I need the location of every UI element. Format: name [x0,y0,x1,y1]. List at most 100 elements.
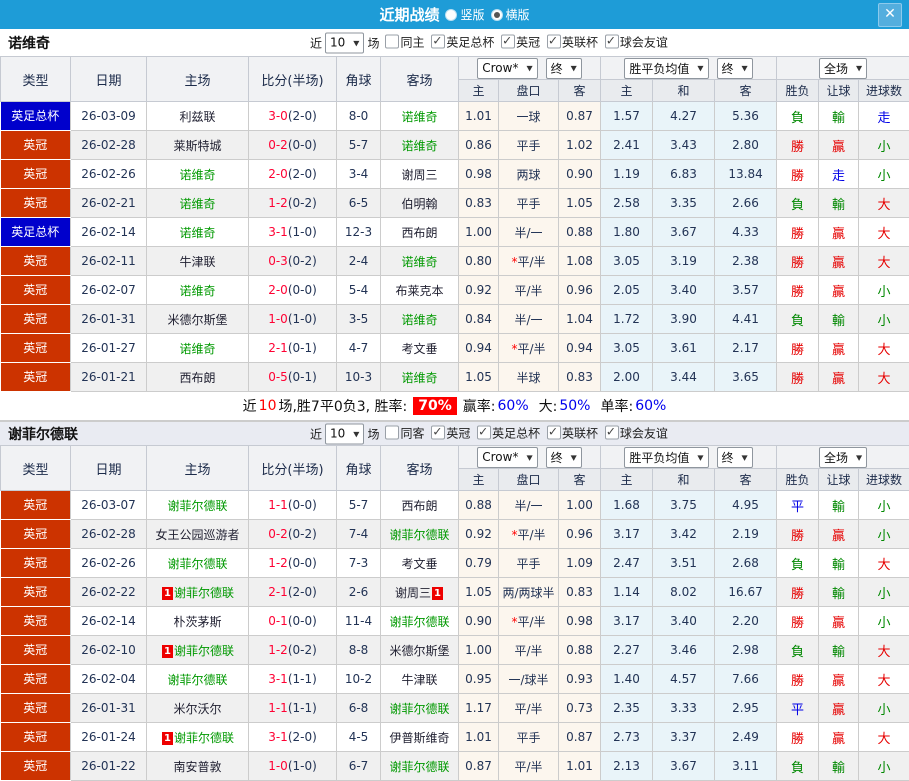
home-team-name: 谢菲尔德联 [167,557,227,571]
bookmaker-select[interactable]: Crow*▼ [477,58,537,79]
wdl-result-cell: 勝 [777,520,819,549]
handicap-cell: 平手 [499,723,559,752]
handicap-cell: 半球 [499,363,559,392]
close-icon[interactable]: ✕ [878,3,902,27]
away-team-name: 考文垂 [401,557,437,571]
col-home: 主场 [147,446,249,491]
checkbox-icon: ✓ [477,426,491,440]
subcol-ah-home: 主 [459,80,499,102]
subcol-eu-home: 主 [601,80,653,102]
handicap-cell: *平/半 [499,520,559,549]
league-filter-checkbox[interactable]: ✓ 同主 [385,33,424,50]
eu-home-odds-cell: 1.68 [601,491,653,520]
home-team-name: 南安普敦 [173,760,221,774]
avg-final-select[interactable]: 终▼ [717,58,753,79]
wdl-result-cell: 勝 [777,363,819,392]
match-count-select[interactable]: 10 ▼ [325,32,364,53]
ah-home-odds-cell: 1.05 [459,363,499,392]
match-count-select[interactable]: 10 ▼ [325,423,364,444]
ah-away-odds-cell: 1.09 [559,549,601,578]
home-team-name: 谢菲尔德联 [174,586,234,600]
away-team-cell: 诺维奇 [381,247,459,276]
match-row: 英冠 26-03-07 谢菲尔德联 1-1(0-0) 5-7 西布朗 0.88 … [1,491,909,520]
near-label: 近 [310,34,322,51]
ah-home-odds-cell: 0.79 [459,549,499,578]
date-cell: 26-01-27 [71,334,147,363]
league-filter-checkbox[interactable]: ✓ 英足总杯 [431,33,494,50]
wdl-result-cell: 負 [777,636,819,665]
checkbox-label: 同主 [400,33,424,50]
home-team-cell: 西布朗 [147,363,249,392]
checkbox-icon: ✓ [385,35,399,49]
bookmaker-select[interactable]: Crow*▼ [477,447,537,468]
date-cell: 26-01-31 [71,694,147,723]
handicap-cell: 平手 [499,131,559,160]
league-badge: 英冠 [1,666,71,693]
away-team-name: 西布朗 [401,499,437,513]
corner-cell: 6-5 [337,189,381,218]
goals-result-cell: 小 [859,131,909,160]
subcol-eu-draw: 和 [653,469,715,491]
away-team-name: 诺维奇 [401,313,437,327]
away-team-name: 诺维奇 [401,139,437,153]
eu-away-odds-cell: 2.68 [715,549,777,578]
league-filter-checkbox[interactable]: ✓ 球会友谊 [605,33,668,50]
col-home: 主场 [147,57,249,102]
league-filter-checkbox[interactable]: ✓ 英冠 [501,33,540,50]
league-filter-checkbox[interactable]: ✓ 英冠 [431,424,470,441]
col-corner: 角球 [337,446,381,491]
section-bar-team-1: 诺维奇 近 10 ▼ 场 ✓ 同主 ✓ 英足总杯 ✓ 英冠 ✓ 英联 [0,29,909,56]
eu-draw-odds-cell: 6.83 [653,160,715,189]
home-team-name: 利兹联 [179,110,215,124]
away-team-name: 布莱克本 [395,284,443,298]
avg-final-select[interactable]: 终▼ [717,447,753,468]
ah-home-odds-cell: 0.88 [459,491,499,520]
odds-final-select[interactable]: 终▼ [546,447,582,468]
scope-select[interactable]: 全场▼ [819,58,867,79]
score-cell: 0-2(0-2) [249,520,337,549]
eu-away-odds-cell: 16.67 [715,578,777,607]
avg-odds-select[interactable]: 胜平负均值▼ [624,58,708,79]
scope-select[interactable]: 全场▼ [819,447,867,468]
league-badge: 英冠 [1,579,71,606]
corner-cell: 5-4 [337,276,381,305]
date-cell: 26-02-22 [71,578,147,607]
home-team-cell: 利兹联 [147,102,249,131]
ah-result-cell: 走 [819,160,859,189]
league-filter-checkbox[interactable]: ✓ 英足总杯 [477,424,540,441]
goals-result-cell: 大 [859,363,909,392]
league-filter-checkbox[interactable]: ✓ 英联杯 [547,33,598,50]
league-badge: 英冠 [1,190,71,217]
home-team-cell: 1谢菲尔德联 [147,723,249,752]
match-row: 英冠 26-02-11 牛津联 0-3(0-2) 2-4 诺维奇 0.80 *平… [1,247,909,276]
ah-home-odds-cell: 0.92 [459,276,499,305]
away-team-cell: 伊普斯维奇 [381,723,459,752]
eu-draw-odds-cell: 3.40 [653,276,715,305]
score-cell: 1-1(1-1) [249,694,337,723]
red-card-badge: 1 [162,645,173,658]
eu-draw-odds-cell: 3.75 [653,491,715,520]
layout-radio-vertical[interactable]: 竖版 [445,6,484,23]
odds-final-select[interactable]: 终▼ [546,58,582,79]
wdl-result-cell: 勝 [777,218,819,247]
away-team-cell: 谢菲尔德联 [381,752,459,781]
match-row: 英冠 26-02-04 谢菲尔德联 3-1(1-1) 10-2 牛津联 0.95… [1,665,909,694]
eu-draw-odds-cell: 8.02 [653,578,715,607]
goals-result-cell: 大 [859,636,909,665]
date-cell: 26-02-28 [71,131,147,160]
home-team-name: 牛津联 [179,255,215,269]
handicap-cell: 半/一 [499,305,559,334]
match-row: 英冠 26-02-07 诺维奇 2-0(0-0) 5-4 布莱克本 0.92 平… [1,276,909,305]
goals-result-cell: 小 [859,520,909,549]
layout-radio-horizontal[interactable]: 横版 [491,6,530,23]
eu-home-odds-cell: 2.47 [601,549,653,578]
corner-cell: 2-4 [337,247,381,276]
ah-home-odds-cell: 0.83 [459,189,499,218]
league-filter-checkbox[interactable]: ✓ 同客 [385,424,424,441]
avg-odds-select[interactable]: 胜平负均值▼ [624,447,708,468]
eu-home-odds-cell: 3.17 [601,607,653,636]
league-filter-checkbox[interactable]: ✓ 球会友谊 [605,424,668,441]
check-icon: ✓ [606,34,616,48]
league-filter-checkbox[interactable]: ✓ 英联杯 [547,424,598,441]
eu-draw-odds-cell: 3.40 [653,607,715,636]
